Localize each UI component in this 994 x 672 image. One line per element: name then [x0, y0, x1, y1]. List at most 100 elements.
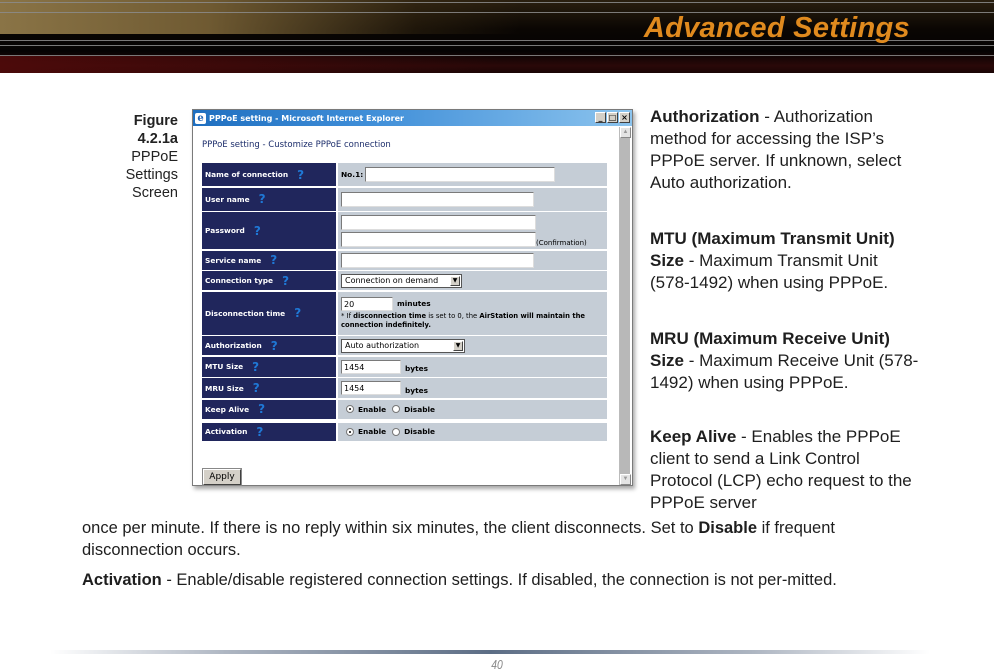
footer-divider: [50, 650, 930, 654]
help-icon[interactable]: ?: [253, 381, 260, 395]
radio-label: Disable: [404, 404, 436, 414]
form-row-keep-alive: Keep Alive ? Enable Disable: [202, 399, 607, 419]
selected-value: Auto authorization: [345, 341, 420, 350]
page-heading: PPPoE setting - Customize PPPoE connecti…: [202, 140, 391, 150]
field-value-cell: [338, 250, 607, 270]
form-row-mtu-size: MTU Size ? 1454 bytes: [202, 356, 607, 377]
help-icon[interactable]: ?: [259, 192, 266, 206]
form-row-mru-size: MRU Size ? 1454 bytes: [202, 378, 607, 398]
connection-number: No.1:: [341, 170, 364, 179]
term: Keep Alive: [650, 427, 737, 446]
scroll-up-icon[interactable]: ▲: [620, 127, 631, 138]
field-value-cell: [338, 187, 607, 211]
mru-size-input[interactable]: 1454: [341, 381, 401, 395]
form-row-connection-type: Connection type ? Connection on demand ▼: [202, 271, 607, 290]
scroll-down-icon[interactable]: ▼: [620, 474, 631, 485]
field-value-cell: Enable Disable: [338, 422, 607, 441]
user-name-input[interactable]: [341, 191, 534, 207]
confirmation-label: (Confirmation): [536, 238, 587, 247]
connection-type-select[interactable]: Connection on demand ▼: [341, 273, 462, 288]
label-text: Activation: [205, 427, 248, 436]
emphasis: Disable: [698, 519, 758, 537]
label-text: MRU Size: [205, 383, 244, 393]
figure-desc-line: Settings: [125, 167, 178, 183]
description-keep-alive: Keep Alive - Enables the PPPoE client to…: [650, 426, 920, 514]
note-text: * If: [341, 311, 354, 320]
service-name-input[interactable]: [341, 252, 534, 268]
header-line: [0, 55, 994, 56]
maximize-button[interactable]: □: [607, 112, 618, 123]
disconnection-note: * If disconnection time is set to 0, the…: [341, 312, 607, 330]
form-row-name-of-connection: Name of connection ? No.1:: [202, 163, 607, 186]
help-icon[interactable]: ?: [252, 360, 259, 374]
help-icon[interactable]: ?: [270, 253, 277, 267]
header-glow: [0, 0, 520, 34]
definition: - Maximum Receive Unit (578-1492) when u…: [650, 351, 919, 392]
help-icon[interactable]: ?: [271, 339, 278, 353]
term: Authorization: [650, 107, 760, 126]
activation-enable-radio[interactable]: [346, 427, 354, 436]
header-line: [0, 45, 994, 46]
description-mru: MRU (Maximum Receive Unit) Size - Maximu…: [650, 328, 920, 394]
authorization-select[interactable]: Auto authorization ▼: [341, 338, 465, 353]
help-icon[interactable]: ?: [294, 306, 301, 320]
window-title: PPPoE setting - Microsoft Internet Explo…: [209, 113, 404, 123]
window-titlebar[interactable]: e PPPoE setting - Microsoft Internet Exp…: [193, 110, 632, 126]
figure-desc-line: Screen: [132, 185, 178, 201]
radio-label: Enable: [358, 427, 387, 436]
label-text: MTU Size: [205, 362, 244, 371]
help-icon[interactable]: ?: [256, 425, 263, 439]
close-button[interactable]: ×: [619, 112, 630, 123]
note-bold: AirStation: [479, 311, 519, 320]
window-controls: _ □ ×: [595, 112, 630, 123]
browser-window: e PPPoE setting - Microsoft Internet Exp…: [192, 109, 633, 486]
apply-button[interactable]: Apply: [202, 468, 242, 486]
help-icon[interactable]: ?: [297, 168, 304, 182]
mtu-size-input[interactable]: 1454: [341, 359, 401, 374]
note-text: is set to 0, the: [426, 311, 480, 320]
connection-name-input[interactable]: [365, 167, 556, 182]
radio-label: Disable: [404, 427, 436, 436]
label-text: Service name: [205, 255, 262, 265]
password-confirmation-input[interactable]: [341, 231, 536, 247]
help-icon[interactable]: ?: [258, 402, 265, 416]
field-label: MTU Size ?: [202, 356, 336, 377]
description-authorization: Authorization - Authorization method for…: [650, 106, 920, 194]
figure-caption: Figure 4.2.1a PPPoE Settings Screen: [100, 112, 178, 202]
label-text: Connection type: [205, 276, 274, 285]
keep-alive-continuation: once per minute. If there is no reply wi…: [82, 517, 922, 561]
selected-value: Connection on demand: [345, 276, 439, 285]
pppoe-form: Name of connection ? No.1: User name ? P…: [202, 163, 607, 442]
form-row-password: Password ? (Confirmation): [202, 212, 607, 249]
field-label: Connection type ?: [202, 271, 336, 290]
chevron-down-icon[interactable]: ▼: [450, 275, 460, 286]
label-text: Password: [205, 226, 245, 235]
password-input[interactable]: [341, 214, 536, 230]
label-text: User name: [205, 194, 250, 204]
bytes-unit: bytes: [405, 364, 429, 373]
field-value-cell: 20 minutes * If disconnection time is se…: [338, 291, 607, 335]
body-text-bottom: once per minute. If there is no reply wi…: [82, 517, 922, 591]
help-icon[interactable]: ?: [254, 224, 261, 238]
field-value-cell: 1454 bytes: [338, 356, 607, 377]
disconnection-time-input[interactable]: 20: [341, 296, 393, 311]
field-label: Password ?: [202, 212, 336, 249]
help-icon[interactable]: ?: [282, 274, 289, 288]
bytes-unit: bytes: [405, 385, 429, 395]
keep-alive-enable-radio[interactable]: [346, 405, 354, 413]
keep-alive-disable-radio[interactable]: [392, 405, 401, 413]
field-label: Authorization ?: [202, 336, 336, 355]
field-label: MRU Size ?: [202, 378, 336, 398]
ie-icon: e: [195, 112, 206, 124]
figure-label: Figure: [133, 113, 178, 129]
activation-disable-radio[interactable]: [392, 427, 401, 436]
field-value-cell: (Confirmation): [338, 212, 607, 249]
field-label: Keep Alive ?: [202, 399, 336, 419]
vertical-scrollbar[interactable]: ▲ ▼: [619, 127, 631, 485]
header-line: [0, 2, 994, 3]
chevron-down-icon[interactable]: ▼: [453, 340, 463, 351]
header-red-glow: [0, 56, 500, 73]
section-title: Advanced Settings: [643, 12, 910, 44]
form-row-disconnection-time: Disconnection time ? 20 minutes * If dis…: [202, 291, 607, 335]
minimize-button[interactable]: _: [595, 112, 606, 123]
